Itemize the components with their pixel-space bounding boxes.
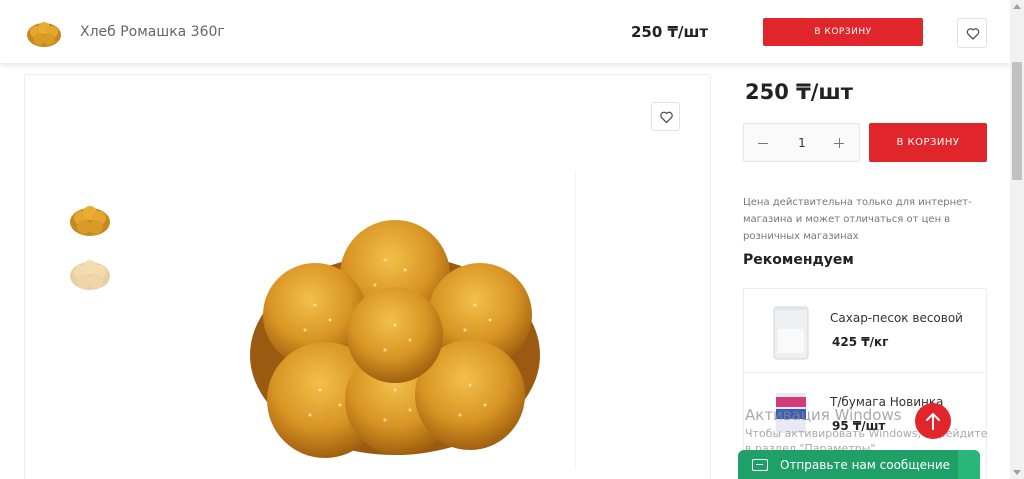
scroll-up-icon[interactable] (1013, 4, 1021, 9)
sticky-product-price: 250 ₸/шт (631, 23, 709, 41)
quantity-value[interactable]: 1 (784, 124, 820, 163)
scroll-to-top-button[interactable] (915, 403, 951, 439)
message-icon (752, 459, 768, 471)
quantity-stepper: 1 (743, 123, 860, 162)
sticky-add-to-cart-button[interactable]: В КОРЗИНУ (763, 18, 923, 46)
plus-icon-vertical[interactable] (838, 138, 840, 148)
add-to-cart-button[interactable]: В КОРЗИНУ (869, 123, 987, 162)
gallery-thumbnail-1[interactable] (67, 198, 113, 244)
sticky-product-name: Хлеб Ромашка 360г (80, 24, 225, 40)
product-price: 250 ₸/шт (745, 80, 853, 104)
product-page: Хлеб Ромашка 360г 250 ₸/шт В КОРЗИНУ 250… (0, 0, 1024, 479)
image-divider (575, 170, 576, 470)
message-bar-edge (958, 450, 980, 479)
heart-icon (660, 111, 673, 124)
send-message-bar[interactable]: Отправьте нам сообщение (738, 450, 980, 479)
price-note: Цена действительна только для интернет-м… (743, 197, 972, 242)
sticky-favorite-button[interactable] (957, 18, 987, 48)
recommend-title: Рекомендуем (743, 252, 854, 268)
recommend-item-name: Сахар-песок весовой (830, 311, 963, 325)
recommend-item-price: 425 ₸/кг (832, 335, 889, 349)
product-gallery (24, 74, 711, 479)
arrow-up-icon (926, 413, 940, 430)
sticky-product-header: Хлеб Ромашка 360г 250 ₸/шт В КОРЗИНУ (0, 0, 1010, 63)
scroll-down-icon[interactable] (1013, 470, 1021, 475)
watermark-title: Активация Windows (745, 406, 902, 424)
minus-icon[interactable] (758, 143, 768, 144)
product-main-image (250, 220, 540, 458)
windows-activation-watermark: Активация Windows Чтобы активировать Win… (745, 406, 990, 456)
scrollbar-thumb[interactable] (1012, 62, 1022, 180)
product-thumbnail (27, 22, 61, 47)
page-scrollbar[interactable] (1010, 0, 1024, 479)
list-item[interactable]: Сахар-песок весовой 425 ₸/кг (744, 289, 986, 373)
gallery-thumbnail-2[interactable] (67, 252, 113, 298)
heart-icon (966, 28, 980, 40)
favorite-button[interactable] (651, 102, 680, 131)
sugar-bag-image (773, 306, 809, 360)
send-message-label: Отправьте нам сообщение (780, 458, 951, 472)
